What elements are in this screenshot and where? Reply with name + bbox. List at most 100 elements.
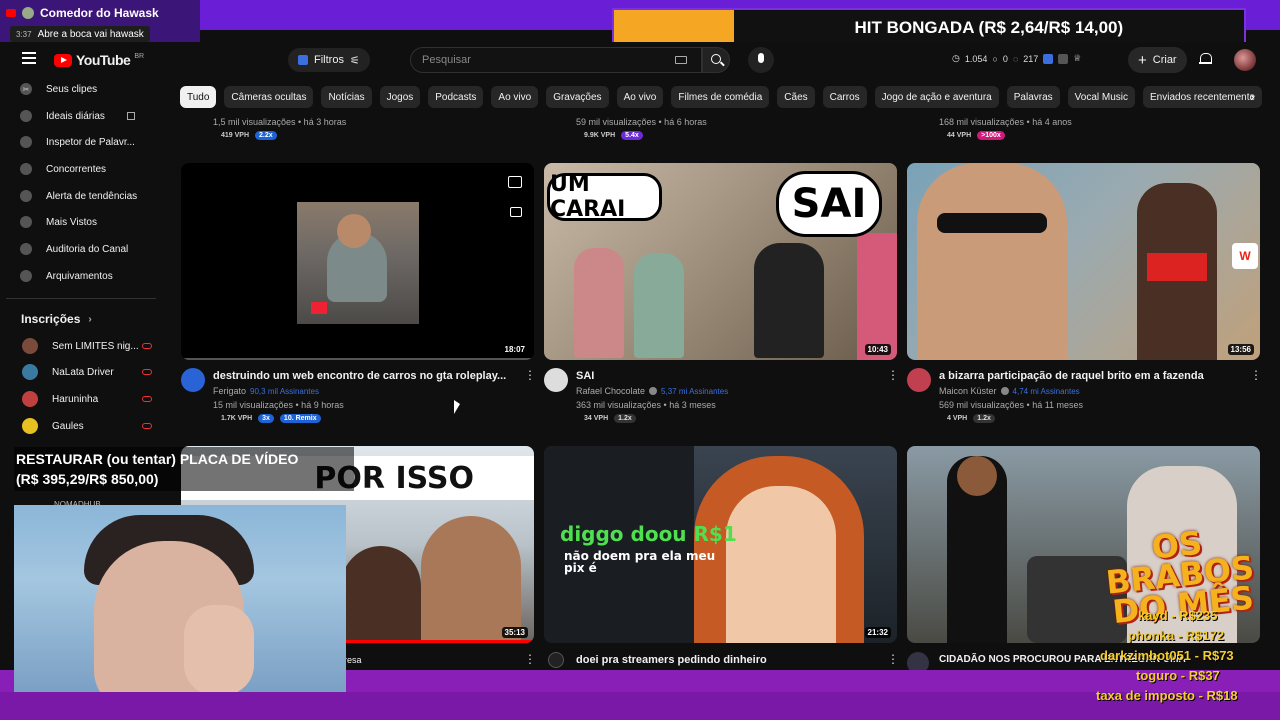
- video-thumbnail[interactable]: diggo doou R$1 não doem pra ela meu pix …: [544, 446, 897, 643]
- sidebar-item-seus-clipes[interactable]: ✂ Seus clipes: [20, 79, 97, 99]
- thumbnail-figure: [857, 233, 897, 360]
- channel-avatar[interactable]: [544, 368, 568, 392]
- chip[interactable]: Câmeras ocultas: [224, 86, 314, 108]
- channel-avatar[interactable]: [907, 368, 931, 392]
- chip[interactable]: Jogo de ação e aventura: [874, 86, 999, 108]
- video-title[interactable]: destruindo um web encontro de carros no …: [213, 370, 506, 382]
- channel-avatar: [22, 7, 34, 19]
- verified-icon: [1000, 387, 1009, 395]
- menu-icon[interactable]: [22, 52, 36, 64]
- search-icon: [711, 54, 721, 64]
- keyboard-icon[interactable]: [675, 56, 687, 64]
- video-badges: 34 VPH 1.2x: [584, 414, 636, 423]
- filters-button[interactable]: Filtros ⚟: [288, 48, 370, 72]
- extension-icon[interactable]: [1043, 53, 1054, 64]
- search-input[interactable]: Pesquisar: [410, 47, 702, 73]
- sidebar-item-concorrentes[interactable]: Concorrentes: [20, 159, 106, 179]
- create-button[interactable]: + Criar: [1128, 47, 1187, 73]
- account-avatar[interactable]: [1234, 49, 1256, 71]
- chip[interactable]: Ao vivo: [491, 86, 539, 108]
- sidebar-item-auditoria[interactable]: Auditoria do Canal: [20, 239, 128, 259]
- chip-tudo[interactable]: Tudo: [180, 86, 217, 108]
- thumbnail-figure: [421, 516, 521, 643]
- subscription-item[interactable]: Sem LIMITES nig...: [22, 336, 152, 356]
- chip[interactable]: Jogos: [379, 86, 421, 108]
- search-button[interactable]: [702, 47, 730, 73]
- more-options-icon[interactable]: [887, 652, 899, 667]
- outlier-badge: 5.4x: [621, 131, 643, 140]
- thumbnail-figure: [917, 163, 1067, 360]
- video-title[interactable]: a bizarra participação de raquel brito e…: [939, 370, 1204, 382]
- youtube-logo[interactable]: YouTube BR: [54, 52, 144, 68]
- mute-icon[interactable]: [508, 176, 522, 188]
- filter-icon: [298, 55, 308, 65]
- chip[interactable]: Vocal Music: [1067, 86, 1136, 108]
- live-icon: [142, 423, 152, 429]
- sidebar-item-alerta[interactable]: Alerta de tendências: [20, 186, 137, 206]
- video-badges: 419 VPH 2.2x: [221, 131, 277, 140]
- chip[interactable]: Ao vivo: [616, 86, 664, 108]
- sidebar-item-ideias[interactable]: Ideais diárias: [20, 106, 135, 126]
- chip[interactable]: Notícias: [321, 86, 372, 108]
- youtube-play-icon: [54, 53, 72, 67]
- chip[interactable]: Cães: [777, 86, 815, 108]
- top-donor-row: taxa de imposto - R$18: [1096, 688, 1238, 703]
- subscription-label: Sem LIMITES nig...: [52, 340, 139, 352]
- video-title[interactable]: doei pra streamers pedindo dinheiro: [576, 654, 767, 666]
- sidebar-item-mais-vistos[interactable]: Mais Vistos: [20, 212, 97, 232]
- outlier-badge: 3x: [258, 414, 274, 423]
- sidebar-item-arquivamentos[interactable]: Arquivamentos: [20, 266, 113, 286]
- video-title[interactable]: resa: [344, 655, 362, 665]
- live-icon: [142, 369, 152, 375]
- channel-avatar[interactable]: [548, 652, 564, 668]
- subscription-item[interactable]: NaLata Driver: [22, 362, 152, 382]
- remix-badge: 10. Remix: [279, 414, 321, 423]
- video-badges: 1.7K VPH 3x 10. Remix: [221, 414, 321, 423]
- stream-sub-time: 3:37: [16, 29, 32, 39]
- sidebar-item-inspetor[interactable]: Inspetor de Palavr...: [20, 132, 135, 152]
- more-options-icon[interactable]: [1250, 368, 1262, 383]
- video-thumbnail[interactable]: UM CARAI SAI 10:43: [544, 163, 897, 360]
- chevron-right-icon[interactable]: ›: [1250, 88, 1255, 104]
- subscriptions-heading[interactable]: Inscrições ›: [21, 312, 92, 326]
- channel-info[interactable]: Maicon Küster 4,74 mi Assinantes: [939, 386, 1080, 396]
- chip[interactable]: Enviados recentemente: [1143, 86, 1263, 108]
- youtube-header: YouTube BR Filtros ⚟ Pesquisar ◷ 1.054 ○…: [0, 42, 1280, 78]
- subscriber-count: 90,3 mil Assinantes: [250, 386, 319, 396]
- create-label: Criar: [1152, 54, 1177, 66]
- list-icon[interactable]: [1058, 53, 1069, 64]
- country-code: BR: [134, 52, 145, 60]
- channel-info[interactable]: Rafael Chocolate 5,37 mi Assinantes: [576, 386, 728, 396]
- donation-goal-label: HIT BONGADA (R$ 2,64/R$ 14,00): [733, 10, 1244, 46]
- subscription-item[interactable]: Gaules: [22, 416, 152, 436]
- notifications-bell-icon[interactable]: [1199, 52, 1212, 66]
- video-stats: 569 mil visualizações • há 11 meses: [939, 400, 1084, 410]
- chip[interactable]: Filmes de comédia: [671, 86, 770, 108]
- outlier-badge: 1.2x: [614, 414, 636, 423]
- video-stats: 168 mil visualizações • há 4 anos: [939, 117, 1072, 127]
- channel-info[interactable]: Ferigato 90,3 mil Assinantes: [213, 386, 319, 396]
- clock-icon: ◷: [952, 53, 960, 63]
- channel-avatar: [22, 418, 38, 434]
- chip[interactable]: Gravações: [546, 86, 609, 108]
- video-thumbnail[interactable]: W 13:56: [907, 163, 1260, 360]
- thumbnail-figure: [957, 456, 997, 496]
- chip[interactable]: Podcasts: [428, 86, 484, 108]
- extension-logo-icon[interactable]: W: [1232, 243, 1258, 269]
- more-options-icon[interactable]: [887, 368, 899, 383]
- more-options-icon[interactable]: [524, 652, 536, 667]
- gpu-goal-overlay: RESTAURAR (ou tentar) PLACA DE VÍDEO (R$…: [14, 447, 354, 491]
- more-options-icon[interactable]: [524, 368, 536, 383]
- top-donor-row: phonka - R$172: [1128, 628, 1225, 643]
- chip[interactable]: Palavras: [1006, 86, 1060, 108]
- channel-avatar[interactable]: [181, 368, 205, 392]
- voice-search-button[interactable]: [748, 47, 774, 73]
- subscription-item[interactable]: Haruninha: [22, 389, 152, 409]
- video-thumbnail[interactable]: 18:07: [181, 163, 534, 360]
- chip[interactable]: Carros: [822, 86, 867, 108]
- external-link-icon: [126, 112, 135, 120]
- video-title[interactable]: SAI: [576, 370, 594, 382]
- captions-icon[interactable]: [510, 207, 522, 217]
- stream-subtitle: 3:37 Abre a boca vai hawask: [10, 26, 150, 42]
- trophy-icon[interactable]: ♕: [1073, 53, 1081, 64]
